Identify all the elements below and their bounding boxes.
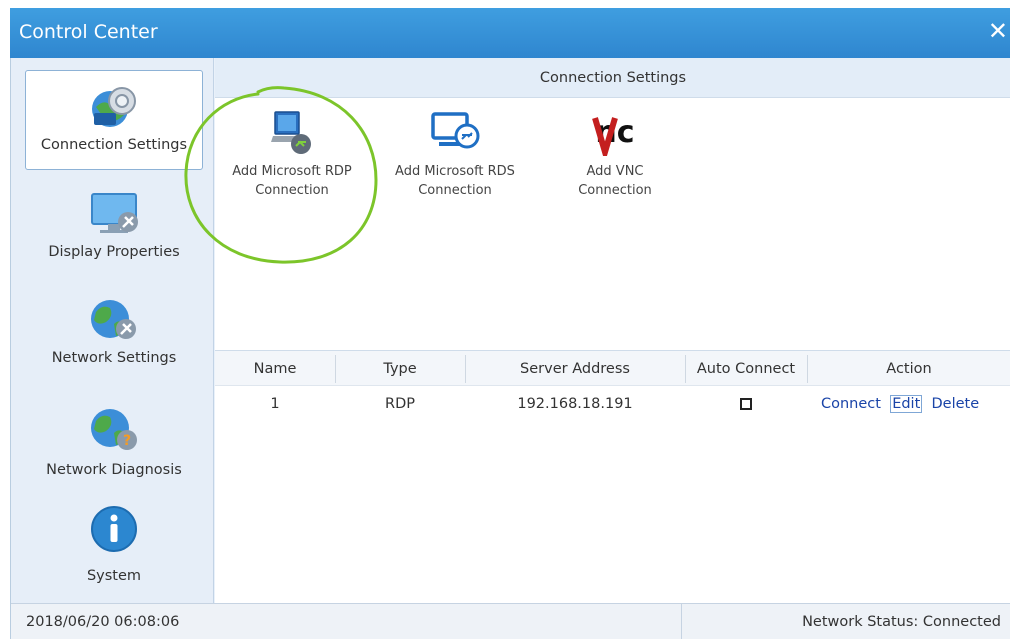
window-title: Control Center [19, 21, 158, 43]
control-center-window: Connection Settings Display Properties N… [10, 58, 1010, 639]
add-rds-label-line2: Connection [418, 183, 492, 198]
auto-connect-checkbox[interactable] [740, 398, 752, 410]
sidebar-item-network-diagnosis[interactable]: ? Network Diagnosis [25, 398, 203, 493]
connect-link[interactable]: Connect [821, 396, 881, 412]
main-panel: Connection Settings Add Microsoft RDP Co… [215, 58, 1010, 603]
network-diagnosis-icon: ? [91, 409, 137, 450]
system-info-icon [91, 506, 137, 552]
cell-auto-connect [685, 396, 807, 412]
status-datetime: 2018/06/20 06:08:06 [26, 614, 180, 630]
column-header-name[interactable]: Name [215, 351, 335, 387]
column-header-auto-connect[interactable]: Auto Connect [685, 351, 807, 387]
sidebar-item-label: System [86, 568, 142, 584]
sidebar-item-display-properties[interactable]: Display Properties [25, 190, 203, 280]
sidebar: Connection Settings Display Properties N… [11, 58, 214, 603]
sidebar-item-network-settings[interactable]: Network Settings [25, 296, 203, 381]
svg-text:?: ? [123, 433, 131, 449]
title-bar: Control Center ✕ [10, 8, 1010, 58]
sidebar-item-label: Network Diagnosis [46, 462, 182, 478]
vnc-icon: nc [591, 112, 639, 163]
add-rds-connection-button[interactable]: Add Microsoft RDS Connection [385, 108, 525, 200]
sidebar-item-label: Display Properties [48, 244, 180, 260]
sidebar-item-system[interactable]: System [25, 502, 203, 594]
network-settings-icon [91, 300, 136, 339]
network-status: Network Status: Connected [802, 614, 1001, 630]
add-rdp-label-line1: Add Microsoft RDP [232, 164, 352, 179]
connections-table-header: Name Type Server Address Auto Connect Ac… [215, 350, 1010, 386]
sidebar-item-label: Connection Settings [40, 137, 188, 153]
cell-name: 1 [270, 396, 280, 412]
cell-server-address: 192.168.18.191 [517, 396, 633, 412]
status-divider [681, 604, 682, 639]
column-header-action[interactable]: Action [807, 351, 1010, 387]
add-vnc-connection-button[interactable]: nc Add VNC Connection [555, 108, 675, 200]
display-properties-icon [91, 193, 138, 233]
sidebar-item-connection-settings[interactable]: Connection Settings [25, 70, 203, 170]
column-header-server-address[interactable]: Server Address [465, 351, 685, 387]
add-vnc-label-line2: Connection [578, 183, 652, 198]
delete-link[interactable]: Delete [932, 396, 980, 412]
close-button[interactable]: ✕ [988, 19, 1008, 43]
add-rds-label-line1: Add Microsoft RDS [395, 164, 515, 179]
cell-actions: Connect Edit Delete [821, 395, 1010, 413]
add-rdp-label-line2: Connection [255, 183, 329, 198]
status-bar: 2018/06/20 06:08:06 Network Status: Conn… [11, 603, 1010, 639]
rds-icon [431, 112, 480, 149]
add-rdp-connection-button[interactable]: Add Microsoft RDP Connection [217, 108, 367, 200]
column-header-type[interactable]: Type [335, 351, 465, 387]
add-vnc-label-line1: Add VNC [586, 164, 644, 179]
cell-type: RDP [385, 396, 415, 412]
sidebar-item-label: Network Settings [51, 350, 177, 366]
connection-settings-icon [92, 87, 136, 127]
edit-link[interactable]: Edit [890, 395, 923, 413]
rdp-icon [271, 111, 311, 154]
section-header: Connection Settings [215, 58, 1010, 98]
